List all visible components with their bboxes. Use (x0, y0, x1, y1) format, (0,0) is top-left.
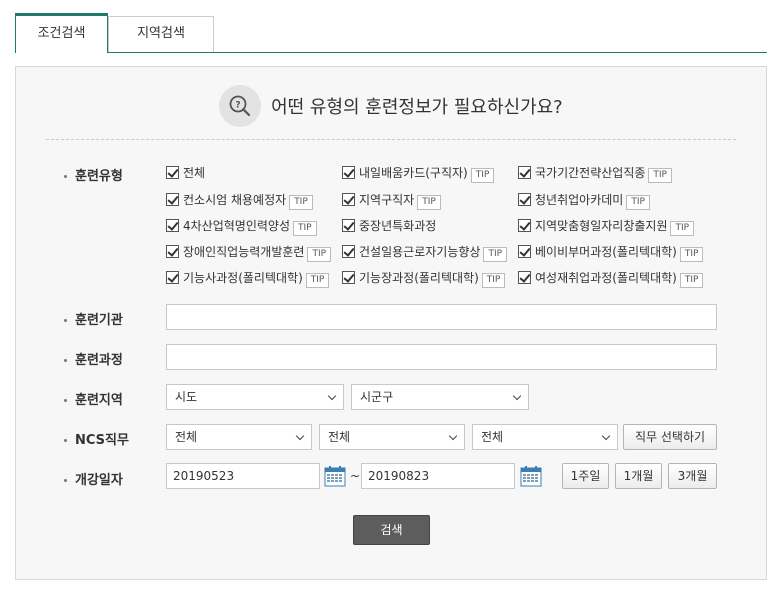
start-date-input[interactable]: 20190523 (166, 463, 320, 489)
institution-input[interactable] (166, 304, 717, 330)
tip-badge[interactable]: TIP (417, 195, 441, 210)
checkbox-middle-aged[interactable]: 중장년특화과정 (342, 218, 436, 234)
checkbox-icon (518, 219, 531, 232)
checkbox-icon (518, 245, 531, 258)
checkbox-women-reemployment[interactable]: 여성재취업과정(폴리텍대학) TIP (518, 270, 704, 288)
end-date-input[interactable]: 20190823 (361, 463, 515, 489)
tab-region-search[interactable]: 지역검색 (108, 16, 214, 52)
question-header: ? 어떤 유형의 훈련정보가 필요하신가요? (16, 85, 766, 127)
checkbox-4th-industry[interactable]: 4차산업혁명인력양성 TIP (166, 218, 317, 236)
checkbox-icon (518, 271, 531, 284)
start-date-label: 개강일자 (64, 469, 123, 488)
region-label: 훈련지역 (64, 389, 123, 408)
search-panel: ? 어떤 유형의 훈련정보가 필요하신가요? 훈련유형 전체 내일배움카드(구직… (15, 66, 767, 580)
sido-select[interactable]: 시도 (166, 384, 344, 410)
checkbox-master-craftsman[interactable]: 기능장과정(폴리텍대학) TIP (342, 270, 506, 288)
search-tabs: 조건검색 지역검색 (15, 13, 767, 53)
date-separator: ~ (350, 469, 361, 483)
checkbox-icon (518, 166, 531, 179)
checkbox-national-strategic[interactable]: 국가기간전략산업직종 TIP (518, 165, 672, 183)
tip-badge[interactable]: TIP (679, 247, 704, 262)
course-input[interactable] (166, 344, 717, 370)
ncs-level1-select[interactable]: 전체 (166, 424, 312, 450)
checkbox-icon (166, 166, 179, 179)
checkbox-icon (342, 193, 355, 206)
question-text: 어떤 유형의 훈련정보가 필요하신가요? (271, 97, 563, 118)
course-label: 훈련과정 (64, 349, 123, 368)
checkbox-disability[interactable]: 장애인직업능력개발훈련 TIP (166, 244, 332, 262)
checkbox-icon (166, 219, 179, 232)
tab-underline (15, 52, 767, 53)
tip-badge[interactable]: TIP (293, 221, 317, 236)
ncs-level3-select[interactable]: 전체 (472, 424, 618, 450)
tip-badge[interactable]: TIP (648, 168, 672, 183)
period-3month-button[interactable]: 3개월 (668, 463, 717, 489)
checkbox-all[interactable]: 전체 (166, 165, 205, 181)
tip-badge[interactable]: TIP (679, 273, 704, 288)
checkbox-construction[interactable]: 건설일용근로자기능향상 TIP (342, 244, 508, 262)
tip-badge[interactable]: TIP (307, 247, 332, 262)
ncs-label: NCS직무 (64, 429, 129, 448)
checkbox-tomorrow-card[interactable]: 내일배움카드(구직자) TIP (342, 165, 495, 183)
chevron-down-icon (295, 431, 305, 441)
tip-badge[interactable]: TIP (670, 221, 695, 236)
checkbox-icon (342, 219, 355, 232)
search-button[interactable]: 검색 (353, 515, 430, 545)
divider (46, 139, 736, 140)
checkbox-babyboomer[interactable]: 베이비부머과정(폴리텍대학) TIP (518, 244, 704, 262)
checkbox-youth-academy[interactable]: 청년취업아카데미 TIP (518, 192, 650, 210)
tip-badge[interactable]: TIP (483, 247, 508, 262)
tab-condition-search[interactable]: 조건검색 (15, 13, 108, 53)
training-type-label: 훈련유형 (64, 165, 123, 184)
tip-badge[interactable]: TIP (289, 195, 313, 210)
checkbox-consortium[interactable]: 컨소시엄 채용예정자 TIP (166, 192, 313, 210)
checkbox-icon (166, 193, 179, 206)
chevron-down-icon (327, 391, 337, 401)
checkbox-icon (342, 245, 355, 258)
checkbox-icon (166, 245, 179, 258)
checkbox-icon (518, 193, 531, 206)
checkbox-icon (342, 271, 355, 284)
chevron-down-icon (512, 391, 522, 401)
checkbox-local-jobseeker[interactable]: 지역구직자 TIP (342, 192, 441, 210)
checkbox-regional-job[interactable]: 지역맞춤형일자리창출지원 TIP (518, 218, 695, 236)
period-1month-button[interactable]: 1개월 (615, 463, 662, 489)
tip-badge[interactable]: TIP (481, 273, 506, 288)
chevron-down-icon (448, 431, 458, 441)
search-question-icon: ? (219, 85, 262, 127)
institution-label: 훈련기관 (64, 309, 123, 328)
calendar-icon[interactable] (324, 465, 346, 487)
select-job-button[interactable]: 직무 선택하기 (623, 424, 717, 450)
svg-text:?: ? (236, 101, 241, 111)
period-1week-button[interactable]: 1주일 (562, 463, 609, 489)
calendar-icon[interactable] (520, 465, 542, 487)
tip-badge[interactable]: TIP (470, 168, 495, 183)
sigungu-select[interactable]: 시군구 (351, 384, 529, 410)
checkbox-icon (166, 271, 179, 284)
checkbox-icon (342, 166, 355, 179)
checkbox-craftsman[interactable]: 기능사과정(폴리텍대학) TIP (166, 270, 330, 288)
tip-badge[interactable]: TIP (305, 273, 330, 288)
tip-badge[interactable]: TIP (626, 195, 650, 210)
chevron-down-icon (601, 431, 611, 441)
ncs-level2-select[interactable]: 전체 (319, 424, 465, 450)
